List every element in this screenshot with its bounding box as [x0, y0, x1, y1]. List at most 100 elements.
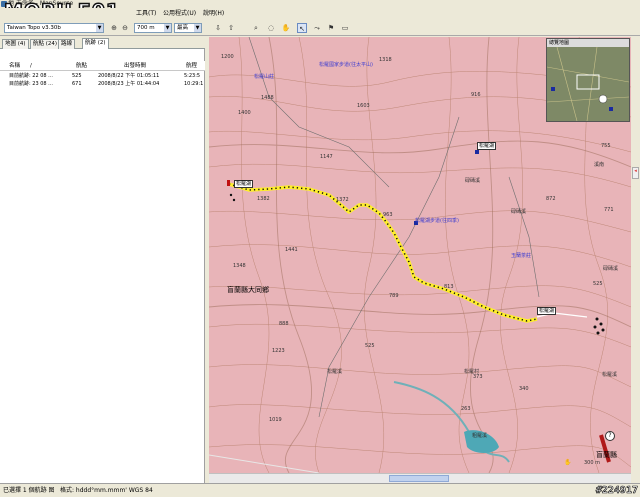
elevation-label: 1318 [379, 57, 392, 63]
help-icon[interactable]: ? [605, 431, 615, 441]
scale-select-value: 700 m [137, 25, 155, 31]
waypoint-label[interactable]: 松羅湖 [477, 142, 497, 150]
col-points[interactable]: 航點 [76, 61, 87, 71]
place-label: 碌碡溪 [465, 178, 481, 184]
overview-title: 總覽地圖 [547, 39, 629, 47]
right-edge-strip: ◂ [631, 37, 640, 483]
track-points [228, 183, 538, 322]
overview-thumbnail [547, 47, 629, 121]
elevation-label: 1147 [320, 154, 333, 160]
elevation-label: 1400 [238, 110, 251, 116]
elevation-label: 340 [519, 386, 529, 392]
elevation-label: 872 [546, 196, 556, 202]
list-tabs: 地圖 (4) 航點 (24) 路線 航跡 (2) [0, 37, 205, 49]
col-name[interactable]: 名稱 [9, 61, 20, 71]
elevation-label: 789 [389, 293, 399, 299]
elevation-label: 813 [444, 284, 454, 290]
waypoint-label[interactable]: 松羅湖 [537, 307, 557, 315]
hand-cursor-icon: ✋ [564, 459, 572, 466]
menu-utilities[interactable]: 公用程式(U) [163, 10, 196, 18]
elevation-label: 916 [471, 92, 481, 98]
detail-select[interactable]: 最高 ▼ [174, 23, 202, 33]
place-label: 松羅溪 [602, 372, 618, 378]
place-label: 碌碡溪 [603, 266, 619, 272]
select-zoom-icon[interactable]: ◌ [266, 23, 276, 33]
status-bar: 已選擇 1 個航跡 图 格式: hddd°mm.mmm' WGS 84 [0, 483, 640, 497]
chevron-down-icon: ▼ [194, 24, 201, 32]
elevation-label: 1019 [269, 417, 282, 423]
place-label: 溪南 [594, 162, 605, 168]
menu-help[interactable]: 說明(H) [203, 10, 224, 18]
poi-label: 松羅山莊 [254, 74, 275, 80]
track-time: 2008/8/23 上午 01:44:04 [98, 81, 160, 87]
roads [248, 37, 540, 418]
elevation-label: 525 [593, 281, 603, 287]
col-sort[interactable]: / [30, 61, 32, 71]
waypoint-label[interactable]: 松羅湖 [234, 180, 254, 188]
zoom-tool-icon[interactable]: ⌕ [251, 23, 261, 33]
menu-bar: 工具(T) 公用程式(U) 說明(H) [0, 8, 640, 20]
col-start-time[interactable]: 出發時間 [124, 61, 146, 71]
measure-tool-icon[interactable]: ▭ [340, 23, 350, 33]
route-tool-icon[interactable]: ⤳ [312, 23, 322, 33]
place-label: 松羅溪 [327, 369, 343, 375]
product-select-value: Taiwan Topo v3.30b [7, 25, 61, 31]
elevation-label: 1200 [221, 54, 234, 60]
elevation-label: 1488 [261, 95, 274, 101]
status-selection: 已選擇 1 個航跡 图 [3, 487, 55, 494]
list-header: 名稱 / 航點 出發時間 航程 [0, 61, 205, 71]
elevation-label: 1441 [285, 247, 298, 253]
track-points: 671 [72, 81, 82, 87]
tab-routes[interactable]: 路線 [58, 39, 76, 49]
elevation-label: 1223 [272, 348, 285, 354]
region-label: 盲蘭縣 [596, 451, 617, 459]
scroll-thumb[interactable] [389, 475, 449, 482]
poi-label: 玉蘭茶莊 [511, 253, 532, 259]
scale-select[interactable]: 700 m ▼ [134, 23, 172, 33]
place-label: 松羅村 [464, 369, 480, 375]
scale-label: 300 m [584, 460, 601, 466]
poi-label: 松羅國家步道(往太平山) [319, 62, 373, 68]
send-device-icon[interactable]: ⇧ [226, 23, 236, 33]
region-label: 盲蘭縣大同鄉 [227, 286, 269, 294]
hand-tool-icon[interactable]: ✋ [281, 23, 291, 33]
place-label: 粗羅溪 [472, 433, 488, 439]
watermark: #224917 [595, 485, 639, 497]
pointer-tool-icon[interactable]: ↖ [297, 23, 307, 33]
overview-map[interactable]: 總覽地圖 [546, 38, 630, 122]
tab-maps[interactable]: 地圖 (4) [2, 39, 29, 49]
col-distance[interactable]: 航程 [186, 61, 197, 71]
chevron-down-icon: ▼ [96, 24, 103, 32]
elevation-label: 1603 [357, 103, 370, 109]
elevation-label: 263 [461, 406, 471, 412]
waypoint-tool-icon[interactable]: ⚑ [326, 23, 336, 33]
horizontal-scrollbar[interactable] [209, 473, 631, 483]
status-format: 格式: hddd°mm.mmm' WGS 84 [60, 487, 153, 494]
tab-waypoints[interactable]: 航點 (24) [30, 39, 61, 49]
elevation-label: 1348 [233, 263, 246, 269]
data-list-pane: 地圖 (4) 航點 (24) 路線 航跡 (2) 名稱 / 航點 出發時間 航程… [0, 37, 205, 483]
detail-select-value: 最高 [177, 25, 189, 31]
elevation-label: 771 [604, 207, 614, 213]
elevation-label: 1372 [336, 197, 349, 203]
chevron-down-icon: ▼ [164, 24, 171, 32]
zoom-in-icon[interactable]: ⊕ [109, 23, 119, 33]
zoom-out-icon[interactable]: ⊖ [120, 23, 130, 33]
track-name: 目前航跡: 23 08 ... [9, 81, 53, 87]
product-select[interactable]: Taiwan Topo v3.30b ▼ [4, 23, 104, 33]
receive-device-icon[interactable]: ⇩ [213, 23, 223, 33]
track-distance: 10:29:1 [184, 81, 204, 87]
side-tab-icon[interactable]: ◂ [632, 167, 639, 179]
place-label: 碌碡溪 [511, 209, 527, 215]
elevation-label: 1382 [257, 196, 270, 202]
elevation-label: 963 [383, 212, 393, 218]
tab-tracks[interactable]: 航跡 (2) [82, 38, 109, 49]
map-view[interactable]: 1200 1318 1488 1603 916 1400 1147 755 13… [209, 37, 631, 473]
elevation-label: 755 [601, 143, 611, 149]
table-row[interactable]: 目前航跡: 23 08 ... 671 2008/8/23 上午 01:44:0… [0, 80, 205, 89]
elevation-label: 888 [279, 321, 289, 327]
menu-tools[interactable]: 工具(T) [136, 10, 156, 18]
track-line [228, 182, 538, 323]
elevation-label: 525 [365, 343, 375, 349]
toolbar: Taiwan Topo v3.30b ▼ ⊕ ⊖ 700 m ▼ 最高 ▼ ⇩ … [0, 20, 640, 36]
